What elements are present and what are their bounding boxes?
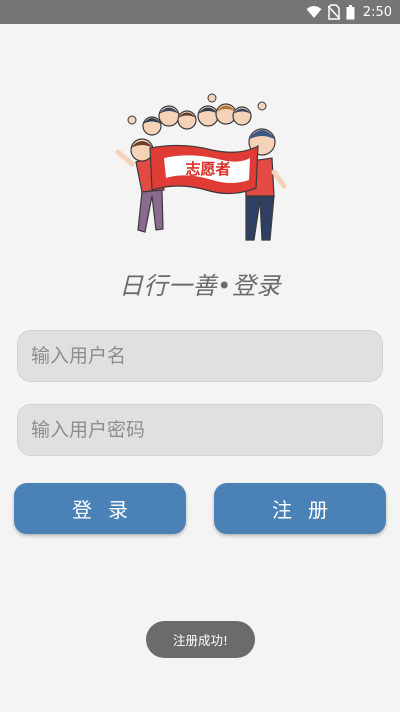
- wifi-icon: [306, 6, 322, 18]
- register-button[interactable]: 注册: [214, 483, 386, 534]
- page-title: 日行一善•登录: [119, 272, 281, 300]
- status-time: 2:50: [362, 4, 392, 20]
- battery-icon: [346, 4, 355, 19]
- login-button[interactable]: 登录: [14, 483, 186, 534]
- volunteer-illustration: 志愿者: [115, 93, 287, 241]
- status-icons: 2:50: [306, 0, 392, 24]
- banner-text: 志愿者: [185, 160, 230, 178]
- status-bar: 2:50: [0, 0, 400, 24]
- password-input[interactable]: [18, 405, 382, 455]
- volunteer-banner: 志愿者: [149, 144, 259, 195]
- username-field-container: [17, 330, 383, 382]
- password-field-container: [17, 404, 383, 456]
- toast-message: 注册成功!: [146, 621, 255, 658]
- username-input[interactable]: [18, 331, 382, 381]
- no-sim-icon: [327, 4, 340, 20]
- crowd-heads: [127, 93, 267, 136]
